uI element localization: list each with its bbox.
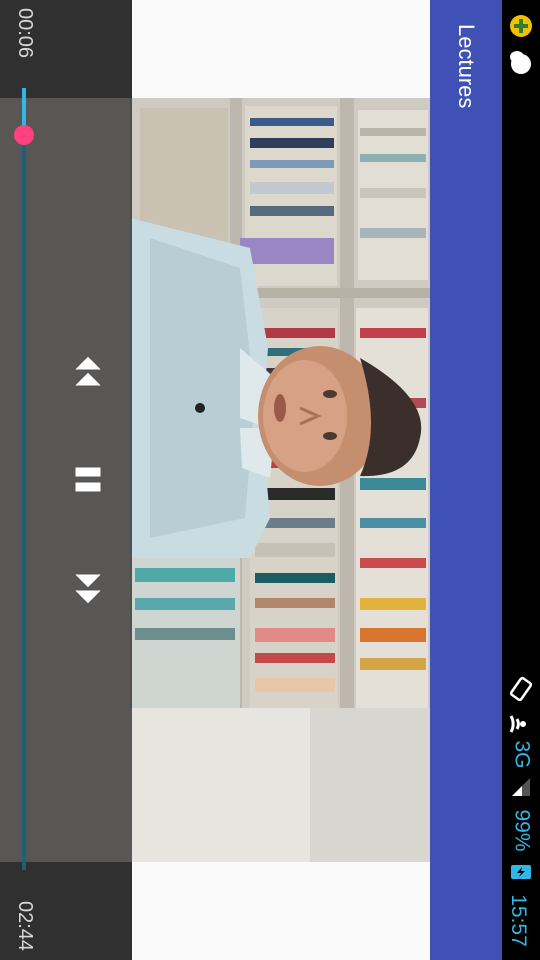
battery-percent-container: 99% <box>502 806 540 856</box>
seek-thumb[interactable] <box>14 125 34 145</box>
rewind-button[interactable] <box>66 350 110 394</box>
signal-icon <box>502 776 540 803</box>
fast-forward-button[interactable] <box>66 566 110 610</box>
pause-button[interactable] <box>66 458 110 502</box>
screen: 00:06 02:44 Lectures 3G 99% 15:57 <box>0 0 540 960</box>
duration-time: 02:44 <box>14 900 36 952</box>
cloud-icon <box>502 50 540 81</box>
network-type-container: 3G <box>502 738 540 774</box>
rewind-icon <box>72 355 104 387</box>
seek-bar[interactable] <box>14 88 34 870</box>
battery-charging-icon <box>502 860 540 889</box>
plus-badge-icon <box>502 14 540 43</box>
screen-rotate-icon <box>502 676 540 707</box>
fast-forward-icon <box>72 573 104 605</box>
elapsed-time: 00:06 <box>14 7 36 59</box>
status-bar-clock: 15:57 <box>506 894 530 947</box>
app-bar-title: Lectures <box>454 24 479 109</box>
clock-container: 15:57 <box>502 888 540 954</box>
app-bar: Lectures <box>430 0 502 960</box>
pause-icon <box>74 466 102 493</box>
status-bar: 3G 99% 15:57 <box>502 0 540 960</box>
network-type: 3G <box>510 740 534 769</box>
battery-percent: 99% <box>510 809 534 852</box>
